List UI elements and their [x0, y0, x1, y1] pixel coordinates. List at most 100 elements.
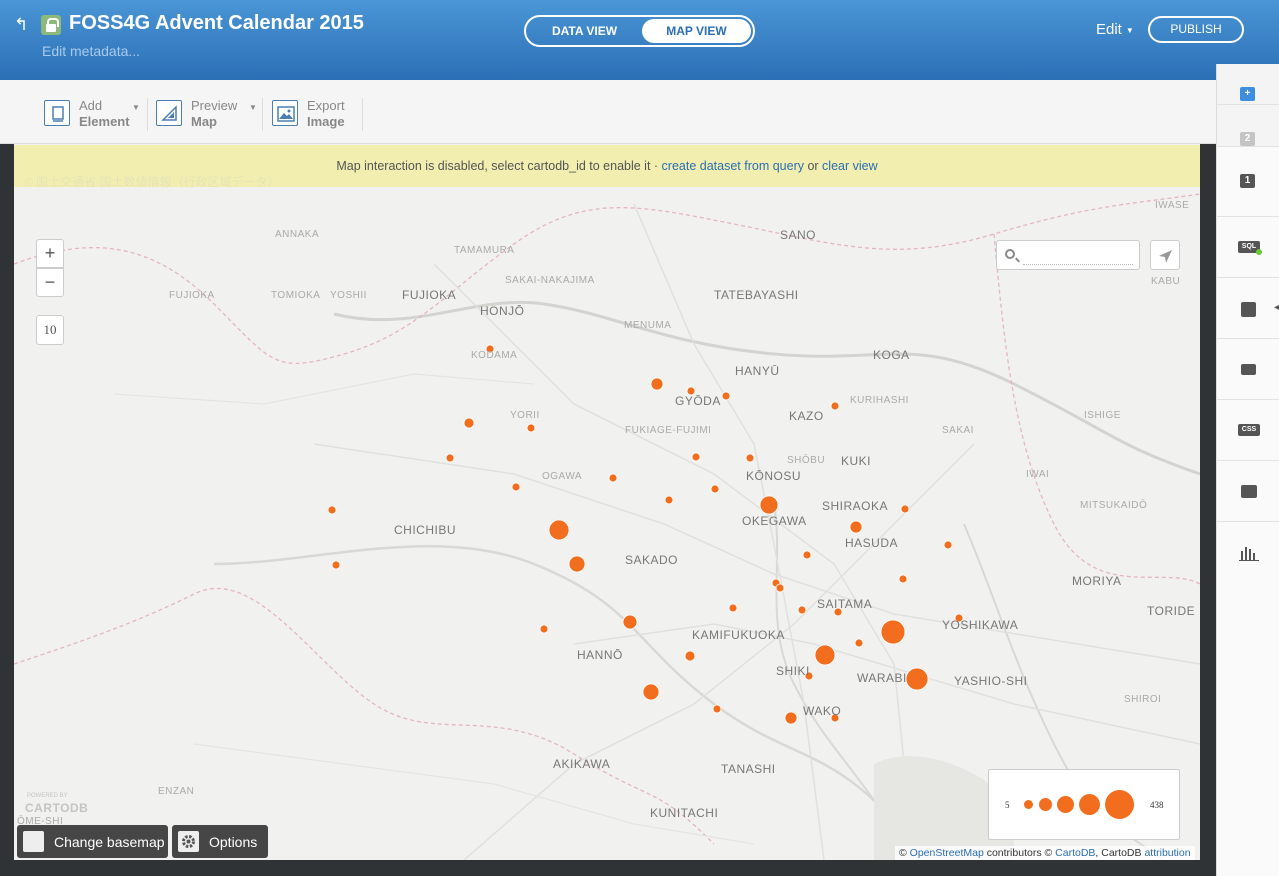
divider — [362, 98, 363, 131]
map-marker[interactable] — [331, 560, 341, 570]
locate-button[interactable] — [1150, 240, 1180, 270]
wizard-panel-button[interactable]: ◀ — [1217, 278, 1279, 339]
map-marker[interactable] — [900, 504, 910, 514]
export-label: Export — [307, 98, 345, 113]
map-marker[interactable] — [943, 540, 953, 550]
map-marker[interactable] — [814, 644, 836, 666]
attribution-link[interactable]: attribution — [1144, 847, 1190, 859]
edit-menu[interactable]: Edit ▼ — [1096, 21, 1134, 38]
place-label: HONJŌ — [480, 304, 525, 318]
place-label: TATEBAYASHI — [714, 288, 799, 302]
place-label: FUJIOKA — [169, 290, 215, 301]
map-marker[interactable] — [445, 453, 455, 463]
map-marker[interactable] — [664, 495, 674, 505]
lock-icon[interactable] — [41, 15, 61, 35]
map-marker[interactable] — [898, 574, 908, 584]
map-marker[interactable] — [854, 638, 864, 648]
caret-down-icon: ▼ — [132, 103, 140, 112]
map-marker[interactable] — [849, 520, 863, 534]
legend-panel-button[interactable] — [1217, 461, 1279, 522]
map-marker[interactable] — [650, 377, 664, 391]
status-dot-icon — [1256, 249, 1262, 255]
send-arrow-icon — [1159, 250, 1172, 263]
map-marker[interactable] — [608, 473, 618, 483]
map-marker[interactable] — [745, 453, 755, 463]
add-label: Add — [79, 98, 103, 113]
place-label: KURIHASHI — [850, 395, 909, 406]
toolbar: Add Element ▼ Preview Map ▼ Export Image — [0, 80, 1216, 144]
map-marker[interactable] — [728, 603, 738, 613]
map-marker[interactable] — [526, 423, 536, 433]
map-marker[interactable] — [905, 667, 929, 691]
map-marker[interactable] — [880, 619, 906, 645]
map-search-input[interactable] — [1023, 247, 1133, 265]
css-panel-button[interactable]: CSS — [1217, 400, 1279, 461]
openstreetmap-link[interactable]: OpenStreetMap — [910, 847, 984, 859]
layer-1-badge: 1 — [1240, 174, 1255, 188]
widgets-panel-button[interactable] — [1217, 522, 1279, 583]
change-basemap-label: Change basemap — [54, 834, 165, 850]
place-label: SHIKI — [776, 664, 810, 678]
header-bar: ↰ FOSS4G Advent Calendar 2015 Edit metad… — [0, 0, 1279, 80]
map-marker[interactable] — [802, 550, 812, 560]
options-label: Options — [209, 834, 258, 850]
preview-label: Preview — [191, 98, 238, 113]
place-label: TOMIOKA — [271, 290, 321, 301]
map-marker[interactable] — [568, 555, 586, 573]
place-label: FUJIOKA — [402, 288, 457, 302]
publish-button[interactable]: PUBLISH — [1148, 16, 1244, 43]
map-marker[interactable] — [830, 401, 840, 411]
place-label: SANO — [780, 228, 817, 242]
map-marker[interactable] — [548, 519, 570, 541]
export-image-button[interactable]: Export Image — [272, 98, 362, 129]
add-layer-tab[interactable]: + — [1217, 64, 1279, 105]
place-label: GYŌDA — [675, 394, 721, 408]
map-marker[interactable] — [684, 650, 696, 662]
zoom-out-button[interactable]: − — [36, 268, 64, 297]
map-marker[interactable] — [463, 417, 475, 429]
caret-down-icon: ▼ — [1125, 25, 1134, 35]
map-marker[interactable] — [759, 495, 779, 515]
map-marker[interactable] — [622, 614, 638, 630]
place-label: SHIRAOKA — [822, 499, 889, 513]
map-marker[interactable] — [710, 484, 720, 494]
clear-view-link[interactable]: clear view — [822, 159, 878, 173]
place-label: SAKAI — [942, 425, 974, 436]
options-button[interactable]: Options — [172, 825, 268, 858]
edit-metadata-link[interactable]: Edit metadata... — [42, 43, 140, 59]
place-label: ANNAKA — [275, 229, 320, 240]
map-marker[interactable] — [539, 624, 549, 634]
preview-map-button[interactable]: Preview Map ▼ — [156, 98, 258, 129]
place-label: SHIROI — [1124, 694, 1162, 705]
map-search-box — [996, 240, 1140, 270]
map-marker[interactable] — [797, 605, 807, 615]
zoom-level-indicator: 10 — [36, 315, 64, 345]
infowindow-icon — [1241, 364, 1256, 375]
map-marker[interactable] — [327, 505, 337, 515]
cartodb-logo: CARTODB — [25, 801, 89, 815]
create-dataset-link[interactable]: create dataset from query — [662, 159, 804, 173]
zoom-in-button[interactable]: + — [36, 239, 64, 268]
layer-2-tab[interactable]: 2 — [1217, 105, 1279, 147]
legend-bubble — [1079, 794, 1100, 815]
map-marker[interactable] — [721, 391, 731, 401]
map-marker[interactable] — [712, 704, 722, 714]
map-marker[interactable] — [511, 482, 521, 492]
back-arrow-icon[interactable]: ↰ — [14, 16, 32, 34]
page-title[interactable]: FOSS4G Advent Calendar 2015 — [69, 12, 364, 35]
map-marker[interactable] — [775, 583, 785, 593]
map-marker[interactable] — [784, 711, 798, 725]
cartodb-link[interactable]: CartoDB — [1055, 847, 1095, 859]
place-label: SAITAMA — [817, 597, 873, 611]
tab-map-view[interactable]: MAP VIEW — [642, 19, 751, 43]
layer-1-tab[interactable]: 1 — [1217, 147, 1279, 217]
attribution-sep: , CartoDB — [1095, 847, 1145, 859]
map-marker[interactable] — [642, 683, 660, 701]
sql-panel-button[interactable]: SQL — [1217, 217, 1279, 278]
map-attribution: © OpenStreetMap contributors © CartoDB, … — [895, 846, 1195, 860]
change-basemap-button[interactable]: Change basemap — [17, 825, 168, 858]
map-marker[interactable] — [691, 452, 701, 462]
tab-data-view[interactable]: DATA VIEW — [528, 19, 641, 43]
add-element-button[interactable]: Add Element ▼ — [44, 98, 144, 129]
infowindow-panel-button[interactable] — [1217, 339, 1279, 400]
